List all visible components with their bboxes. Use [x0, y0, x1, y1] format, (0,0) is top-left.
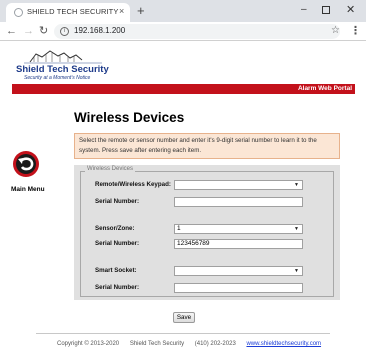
- reload-icon[interactable]: ↻: [39, 24, 48, 38]
- socket-select[interactable]: ▼: [174, 266, 303, 276]
- sensor-select[interactable]: 1 ▼: [174, 224, 303, 234]
- globe-icon: [14, 8, 23, 17]
- browser-tab-bar: SHIELD TECH SECURITY × + – ✕: [0, 0, 366, 22]
- browser-menu-icon[interactable]: ⋮: [350, 24, 361, 37]
- brand-name: Shield Tech Security: [16, 64, 109, 75]
- remote-label: Remote/Wireless Keypad:: [95, 181, 171, 188]
- tab-close-icon[interactable]: ×: [119, 6, 124, 16]
- sensor-serial-label: Serial Number:: [95, 240, 140, 247]
- main-menu-link[interactable]: Main Menu: [11, 186, 45, 193]
- footer-phone: (410) 202-2023: [194, 341, 236, 347]
- brand-tagline: Security at a Moment's Notice: [24, 75, 91, 81]
- browser-tab[interactable]: SHIELD TECH SECURITY ×: [6, 3, 130, 22]
- maximize-icon[interactable]: [322, 6, 330, 14]
- url-text[interactable]: 192.168.1.200: [74, 26, 125, 35]
- back-arrow-icon[interactable]: ←: [6, 24, 17, 38]
- chevron-down-icon: ▼: [294, 226, 299, 232]
- instructions-note: Select the remote or sensor number and e…: [74, 133, 340, 159]
- sensor-select-value: 1: [177, 225, 181, 232]
- bookmark-star-icon[interactable]: ☆: [331, 25, 340, 36]
- save-button[interactable]: Save: [173, 312, 195, 323]
- new-tab-icon[interactable]: +: [137, 4, 145, 17]
- socket-label: Smart Socket:: [95, 267, 137, 274]
- footer-company: Shield Tech Security: [129, 341, 185, 347]
- footer-copyright: Copyright © 2013-2020: [57, 341, 120, 347]
- back-arrow-icon[interactable]: [12, 150, 40, 178]
- browser-toolbar: ← → ↻ i 192.168.1.200 ☆ ⋮: [0, 22, 366, 41]
- remote-serial-label: Serial Number:: [95, 198, 140, 205]
- footer-website-link[interactable]: www.shieldtechsecurity.com: [246, 341, 321, 347]
- tab-title: SHIELD TECH SECURITY: [27, 7, 119, 16]
- address-bar[interactable]: i 192.168.1.200: [54, 24, 340, 39]
- minimize-icon[interactable]: –: [301, 4, 307, 15]
- socket-serial-input[interactable]: [174, 283, 303, 293]
- footer: Copyright © 2013-2020 Shield Tech Securi…: [57, 341, 321, 347]
- remote-select[interactable]: ▼: [174, 180, 303, 190]
- sensor-label: Sensor/Zone:: [95, 225, 135, 232]
- chevron-down-icon: ▼: [294, 268, 299, 274]
- socket-serial-label: Serial Number:: [95, 284, 140, 291]
- portal-label: Alarm Web Portal: [297, 85, 352, 92]
- footer-divider: [36, 333, 330, 334]
- fieldset-legend: Wireless Devices: [85, 166, 136, 172]
- sensor-serial-input[interactable]: 123456789: [174, 239, 303, 249]
- chevron-down-icon: ▼: [294, 182, 299, 188]
- remote-serial-input[interactable]: [174, 197, 303, 207]
- page-title: Wireless Devices: [74, 110, 185, 125]
- info-icon[interactable]: i: [60, 27, 69, 36]
- window-close-icon[interactable]: ✕: [346, 3, 355, 16]
- forward-arrow-icon[interactable]: →: [23, 24, 34, 38]
